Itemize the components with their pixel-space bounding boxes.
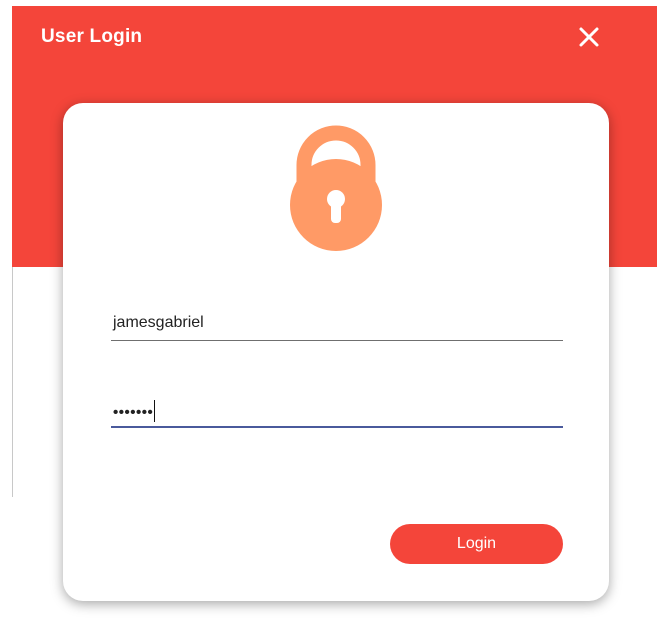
close-button[interactable] — [572, 20, 606, 54]
username-value: jamesgabriel — [113, 314, 204, 331]
password-value: ••••••• — [113, 404, 154, 421]
login-button[interactable]: Login — [390, 524, 563, 564]
window-title: User Login — [41, 26, 143, 47]
username-field[interactable]: jamesgabriel — [111, 310, 563, 341]
login-window: User Login jamesgabriel ••••••• Login — [12, 6, 657, 630]
password-value-wrap: ••••••• — [113, 400, 156, 422]
window-border — [12, 267, 13, 497]
password-field[interactable]: ••••••• — [111, 396, 563, 428]
close-icon — [579, 27, 599, 47]
lock-icon — [274, 121, 398, 251]
text-caret — [154, 400, 156, 422]
login-card: jamesgabriel ••••••• Login — [63, 103, 609, 601]
